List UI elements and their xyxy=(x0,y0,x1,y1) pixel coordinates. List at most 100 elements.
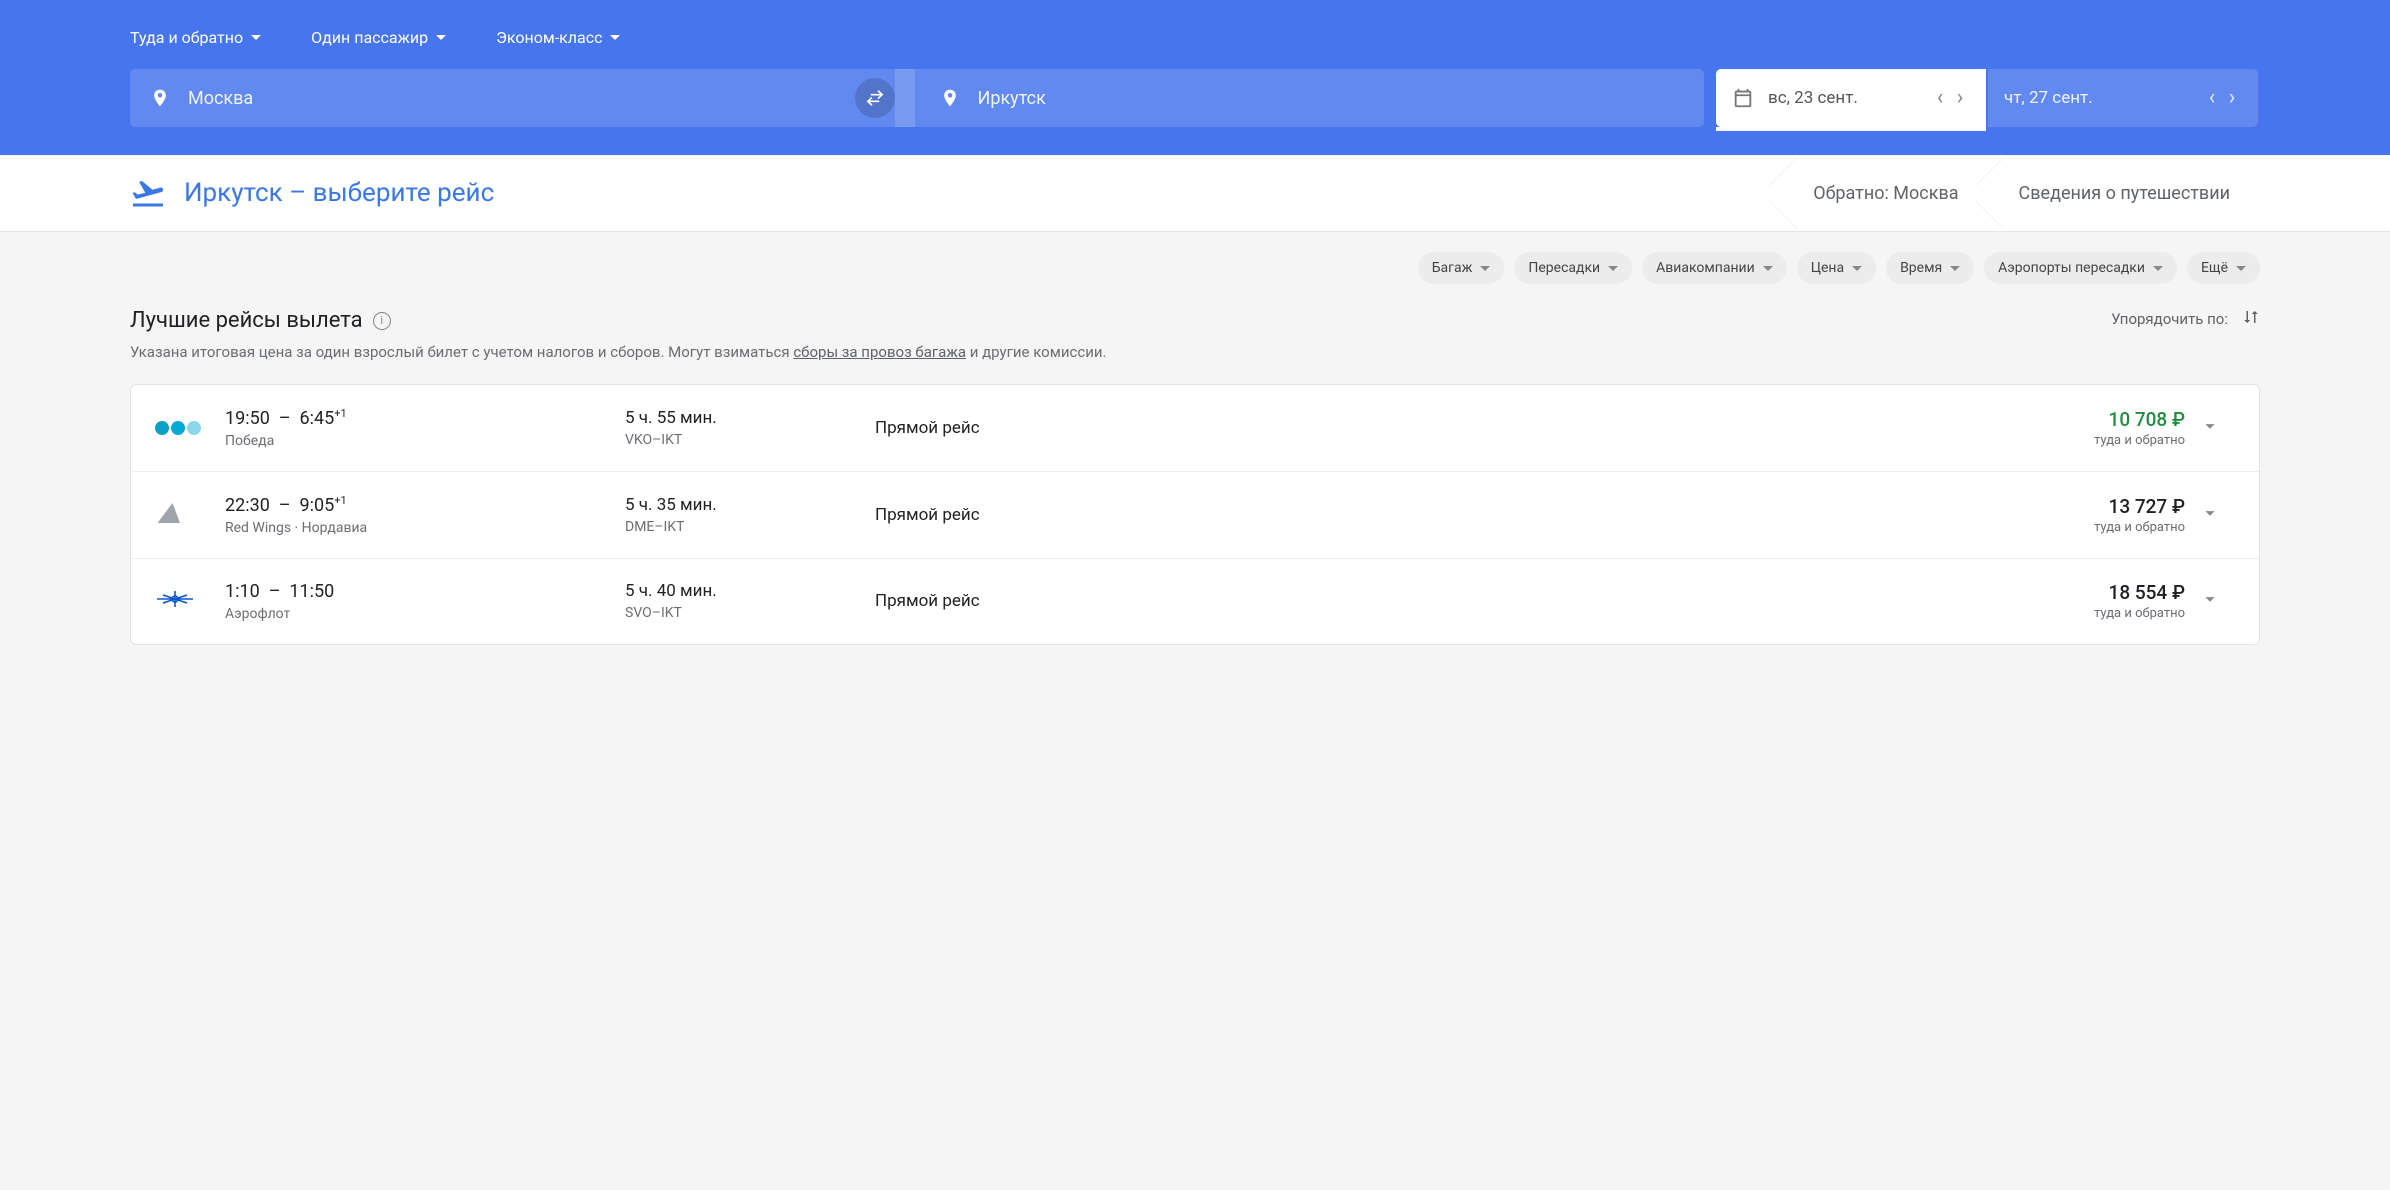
flight-duration: 5 ч. 35 мин. xyxy=(625,495,875,515)
flight-price: 10 708 ₽ xyxy=(1175,408,2185,431)
flight-duration: 5 ч. 55 мин. xyxy=(625,408,875,428)
flight-times: 1:10 – 11:50 xyxy=(225,581,625,602)
flight-route: VKO–IKT xyxy=(625,432,875,448)
airline-logo xyxy=(155,500,225,530)
sort-control[interactable]: Упорядочить по: xyxy=(2111,308,2260,330)
expand-row-button[interactable] xyxy=(2185,502,2235,528)
swap-button[interactable] xyxy=(855,78,895,118)
caret-down-icon xyxy=(1950,266,1960,271)
return-date-input[interactable]: чт, 27 сент. ‹ › xyxy=(1988,69,2258,127)
baggage-fees-link[interactable]: сборы за провоз багажа xyxy=(793,343,966,361)
origin-value: Москва xyxy=(188,88,253,109)
step-summary-label: Сведения о путешествии xyxy=(2019,183,2230,204)
plane-departure-icon xyxy=(130,175,166,211)
filter-baggage[interactable]: Багаж xyxy=(1418,252,1505,284)
trip-options-row: Туда и обратно Один пассажир Эконом-клас… xyxy=(130,28,2260,47)
airline-name: Аэрофлот xyxy=(225,606,625,622)
caret-down-icon xyxy=(1480,266,1490,271)
step-return[interactable]: Обратно: Москва xyxy=(1783,183,1988,204)
filter-chips-row: Багаж Пересадки Авиакомпании Цена Время … xyxy=(0,232,2390,284)
caret-down-icon xyxy=(1763,266,1773,271)
flight-times: 22:30 – 9:05+1 xyxy=(225,494,625,516)
flight-price: 18 554 ₽ xyxy=(1175,581,2185,604)
return-date-value: чт, 27 сент. xyxy=(2004,88,2202,108)
flight-price: 13 727 ₽ xyxy=(1175,495,2185,518)
time-column: 22:30 – 9:05+1 Red Wings · Нордавиа xyxy=(225,494,625,536)
section-title: Лучшие рейсы вылета i xyxy=(130,308,2111,333)
flight-results-list: 19:50 – 6:45+1Победа5 ч. 55 мин.VKO–IKTП… xyxy=(130,384,2260,645)
flight-result-row[interactable]: 1:10 – 11:50 Аэрофлот5 ч. 40 мин.SVO–IKTП… xyxy=(131,559,2259,644)
location-pin-icon xyxy=(150,88,170,108)
airline-logo xyxy=(155,588,225,614)
airline-logo-pobeda xyxy=(155,421,201,435)
expand-row-button[interactable] xyxy=(2185,588,2235,614)
price-column: 18 554 ₽ туда и обратно xyxy=(1175,581,2185,621)
destination-value: Иркутск xyxy=(978,88,1046,109)
step-select-outbound: Иркутск – выберите рейс xyxy=(130,175,494,211)
section-subtitle: Указана итоговая цена за один взрослый б… xyxy=(130,341,1130,364)
chip-label: Аэропорты пересадки xyxy=(1998,260,2145,276)
airline-logo-generic xyxy=(155,500,185,530)
depart-date-value: вс, 23 сент. xyxy=(1768,88,1930,108)
airline-name: Победа xyxy=(225,433,625,449)
expand-row-button[interactable] xyxy=(2185,415,2235,441)
filter-layover-airports[interactable]: Аэропорты пересадки xyxy=(1984,252,2177,284)
flight-result-row[interactable]: 22:30 – 9:05+1 Red Wings · Нордавиа5 ч. 3… xyxy=(131,472,2259,559)
flight-result-row[interactable]: 19:50 – 6:45+1Победа5 ч. 55 мин. VKO–IKTП… xyxy=(131,385,2259,472)
caret-down-icon xyxy=(2236,266,2246,271)
airline-name: Red Wings · Нордавиа xyxy=(225,520,625,536)
cabin-class-dropdown[interactable]: Эконом-класс xyxy=(496,28,620,47)
caret-down-icon xyxy=(1852,266,1862,271)
origin-input[interactable]: Москва xyxy=(130,69,915,127)
airline-logo-aeroflot xyxy=(155,588,195,614)
trip-kind: туда и обратно xyxy=(1175,520,2185,535)
flight-route: SVO–IKT xyxy=(625,605,875,621)
filter-stops[interactable]: Пересадки xyxy=(1514,252,1632,284)
filter-time[interactable]: Время xyxy=(1886,252,1974,284)
destination-input[interactable]: Иркутск xyxy=(895,69,1705,127)
subtitle-pre: Указана итоговая цена за один взрослый б… xyxy=(130,343,793,361)
calendar-icon xyxy=(1732,87,1754,109)
trip-type-label: Туда и обратно xyxy=(130,28,243,47)
stops-column: Прямой рейс xyxy=(875,418,1175,438)
chip-label: Цена xyxy=(1811,260,1844,276)
stops-column: Прямой рейс xyxy=(875,591,1175,611)
filter-price[interactable]: Цена xyxy=(1797,252,1876,284)
depart-date-input[interactable]: вс, 23 сент. ‹ › xyxy=(1716,69,1986,127)
sort-label: Упорядочить по: xyxy=(2111,310,2228,328)
location-pin-icon xyxy=(940,88,960,108)
trip-type-dropdown[interactable]: Туда и обратно xyxy=(130,28,261,47)
date-prev-icon[interactable]: ‹ xyxy=(1930,87,1950,109)
price-column: 10 708 ₽ туда и обратно xyxy=(1175,408,2185,448)
step-summary[interactable]: Сведения о путешествии xyxy=(1989,183,2260,204)
duration-column: 5 ч. 40 мин.SVO–IKT xyxy=(625,581,875,621)
info-icon[interactable]: i xyxy=(373,312,391,330)
trip-kind: туда и обратно xyxy=(1175,433,2185,448)
passengers-dropdown[interactable]: Один пассажир xyxy=(311,28,446,47)
date-next-icon[interactable]: › xyxy=(1950,87,1970,109)
time-column: 1:10 – 11:50 Аэрофлот xyxy=(225,581,625,622)
date-prev-icon[interactable]: ‹ xyxy=(2202,87,2222,109)
subtitle-post: и другие комиссии. xyxy=(966,343,1107,361)
progress-steps: Иркутск – выберите рейс Обратно: Москва … xyxy=(0,155,2390,232)
step-return-label: Обратно: Москва xyxy=(1813,183,1958,204)
trip-kind: туда и обратно xyxy=(1175,606,2185,621)
filter-airlines[interactable]: Авиакомпании xyxy=(1642,252,1787,284)
filter-more[interactable]: Ещё xyxy=(2187,252,2260,284)
chip-label: Пересадки xyxy=(1528,260,1600,276)
date-next-icon[interactable]: › xyxy=(2222,87,2242,109)
airline-logo xyxy=(155,421,225,435)
search-header: Туда и обратно Один пассажир Эконом-клас… xyxy=(0,0,2390,155)
search-inputs-row: Москва Иркутск вс, 23 сент. ‹ › чт, 27 с… xyxy=(130,69,2260,127)
caret-down-icon xyxy=(610,35,620,40)
chip-label: Ещё xyxy=(2201,260,2228,276)
chip-label: Багаж xyxy=(1432,260,1473,276)
duration-column: 5 ч. 35 мин. DME–IKT xyxy=(625,495,875,535)
cabin-label: Эконом-класс xyxy=(496,28,602,47)
stops-column: Прямой рейс xyxy=(875,505,1175,525)
section-title-text: Лучшие рейсы вылета xyxy=(130,308,363,333)
caret-down-icon xyxy=(251,35,261,40)
time-column: 19:50 – 6:45+1Победа xyxy=(225,407,625,449)
caret-down-icon xyxy=(2153,266,2163,271)
flight-route: DME–IKT xyxy=(625,519,875,535)
